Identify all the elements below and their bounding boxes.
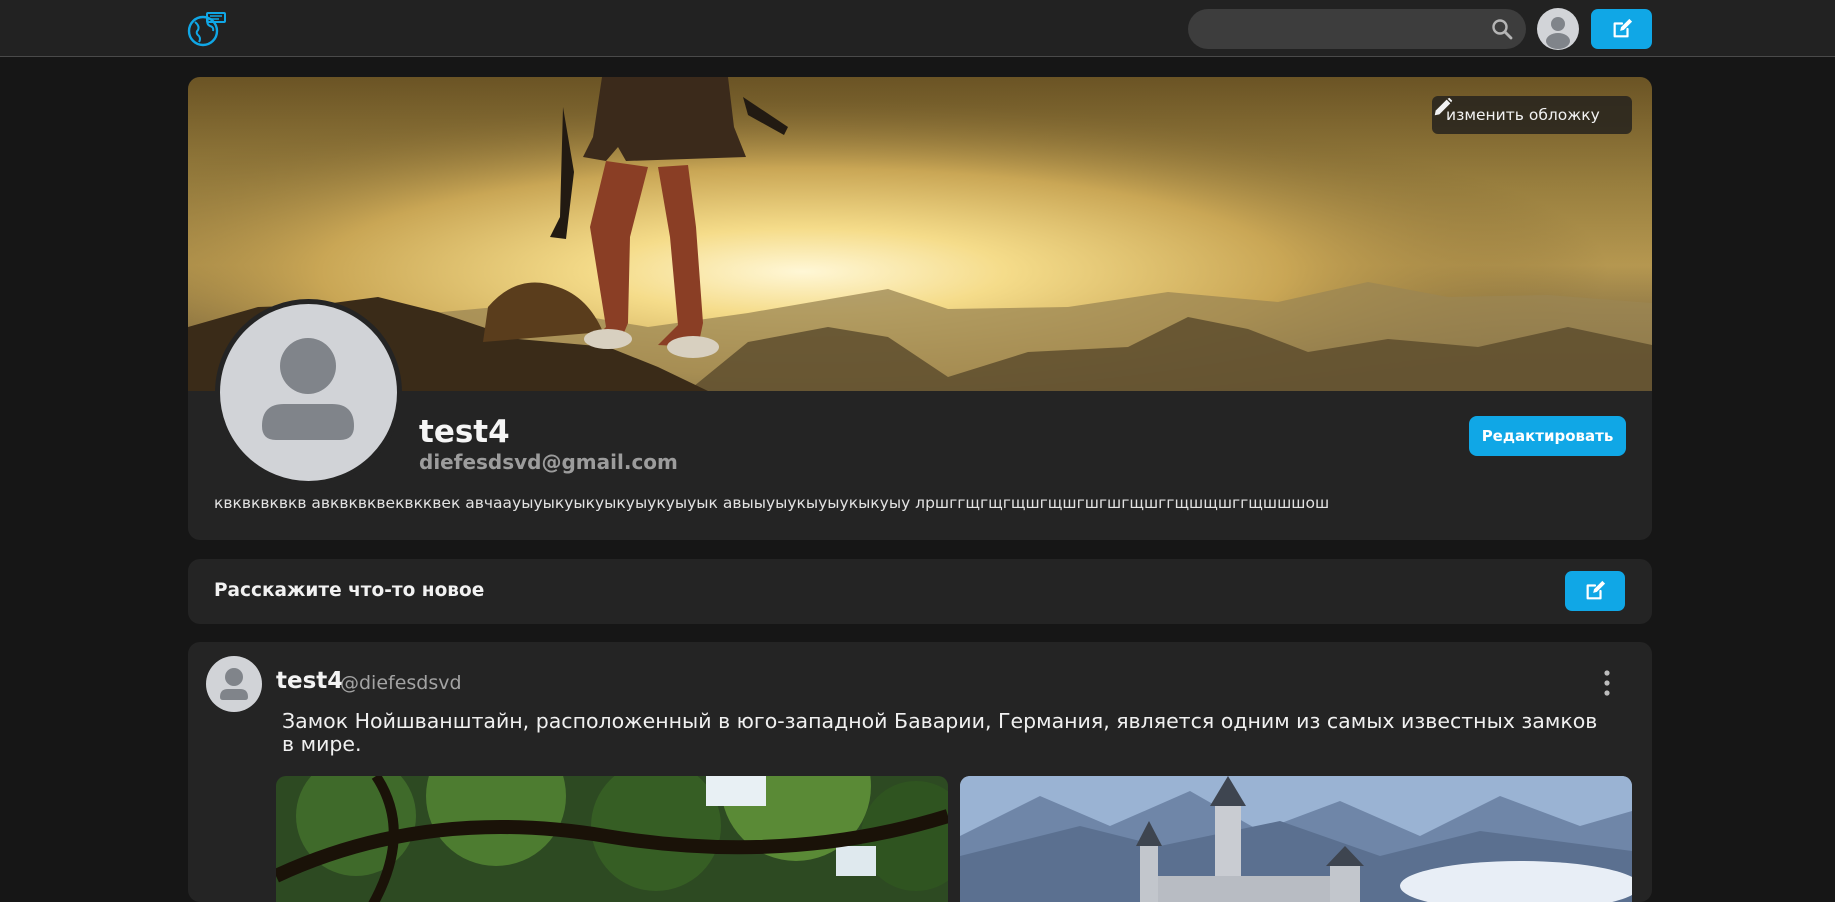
user-avatar-icon[interactable] — [1537, 8, 1579, 50]
post-author-name[interactable]: test4 — [276, 668, 343, 694]
user-silhouette-icon — [220, 668, 248, 700]
profile-username: test4 — [419, 414, 510, 450]
more-options-icon[interactable] — [1600, 668, 1614, 698]
search-input[interactable] — [1188, 9, 1526, 49]
post-text: Замок Нойшванштайн, расположенный в юго-… — [282, 709, 1598, 756]
composer-card[interactable]: Расскажите что-то новое — [188, 559, 1652, 624]
profile-email: diefesdsvd@gmail.com — [419, 450, 678, 474]
post-image-forest[interactable] — [276, 776, 948, 902]
cover-image: изменить обложку — [188, 77, 1652, 391]
edit-profile-button[interactable]: Редактировать — [1469, 416, 1626, 456]
composer-prompt[interactable]: Расскажите что-то новое — [214, 580, 484, 601]
pencil-icon — [1434, 97, 1453, 116]
edit-icon — [1613, 18, 1632, 38]
globe-logo-icon[interactable] — [186, 9, 230, 49]
profile-card: изменить обложку test4 diefesdsvd@gmail.… — [188, 77, 1652, 540]
profile-bio: квквквквкв авквквквеквкквек авчаауыуыкуы… — [214, 494, 1330, 512]
profile-avatar[interactable] — [215, 299, 402, 486]
post-author-avatar[interactable] — [206, 656, 262, 712]
change-cover-button[interactable]: изменить обложку — [1432, 96, 1632, 134]
post-author-handle[interactable]: @diefesdsvd — [340, 672, 462, 694]
new-post-button[interactable] — [1591, 9, 1652, 49]
user-silhouette-icon — [262, 338, 354, 440]
post-card: test4 @diefesdsvd Замок Нойшванштайн, ра… — [188, 642, 1652, 902]
top-navbar — [0, 0, 1835, 57]
search-icon[interactable] — [1490, 17, 1514, 41]
edit-icon — [1586, 580, 1606, 600]
change-cover-label: изменить обложку — [1446, 106, 1600, 124]
post-image-castle[interactable] — [960, 776, 1632, 902]
compose-post-button[interactable] — [1565, 571, 1625, 611]
